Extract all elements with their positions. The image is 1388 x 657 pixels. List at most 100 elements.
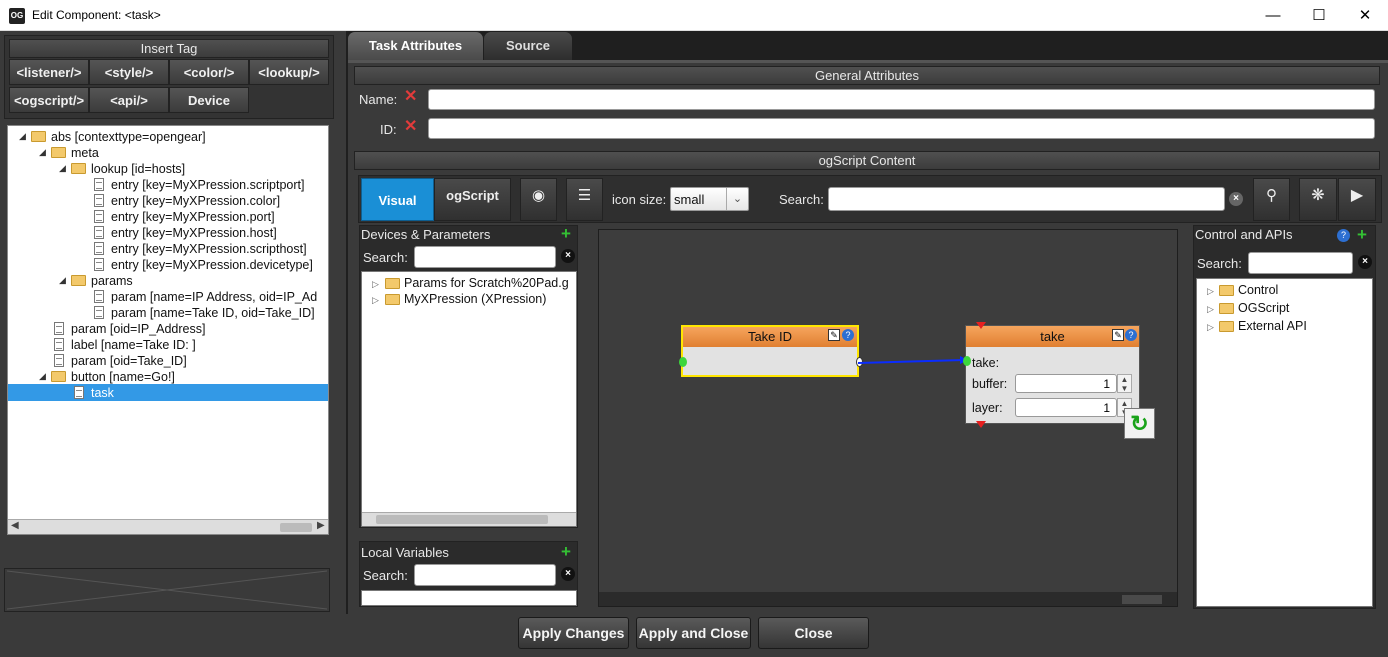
document-icon	[74, 386, 84, 399]
tree-node-param[interactable]: param [oid=Take_ID]	[71, 353, 187, 369]
controls-search-input[interactable]	[1248, 252, 1353, 274]
tree-node-meta[interactable]: meta	[71, 145, 99, 161]
refresh-icon[interactable]: ↻	[1124, 408, 1155, 439]
icon-size-select[interactable]: small ⌄	[670, 187, 749, 211]
tree-node-param[interactable]: param [name=IP Address, oid=IP_Ad	[111, 289, 317, 305]
layers-icon[interactable]: ☰	[566, 178, 603, 221]
tab-task-attributes[interactable]: Task Attributes	[348, 32, 483, 60]
apply-changes-button[interactable]: Apply Changes	[518, 617, 629, 649]
minimize-button[interactable]: —	[1250, 0, 1296, 31]
input-port-icon[interactable]	[679, 357, 687, 367]
chevron-down-icon[interactable]: ⌄	[726, 188, 748, 210]
devices-search-input[interactable]	[414, 246, 556, 268]
folder-icon	[1219, 321, 1234, 332]
scroll-right-icon[interactable]: ▶	[317, 520, 325, 531]
canvas-horizontal-scrollbar[interactable]	[599, 592, 1177, 606]
api-tag-button[interactable]: <api/>	[89, 87, 169, 113]
debug-bug-icon[interactable]: ❋	[1299, 178, 1337, 221]
device-item[interactable]: MyXPression (XPression)	[404, 291, 546, 307]
local-search-input[interactable]	[414, 564, 556, 586]
scroll-left-icon[interactable]: ◀	[11, 520, 19, 531]
name-input[interactable]	[428, 89, 1375, 110]
scrollbar-thumb[interactable]	[280, 523, 312, 532]
api-item-ogscript[interactable]: OGScript	[1238, 300, 1289, 316]
flow-in-icon[interactable]	[976, 322, 986, 329]
clear-icon[interactable]: ✕	[404, 119, 417, 135]
tree-node-entry[interactable]: entry [key=MyXPression.scriptport]	[111, 177, 304, 193]
flow-out-icon[interactable]	[976, 421, 986, 428]
expand-arrow-icon[interactable]: ▷	[1207, 304, 1214, 315]
tree-node-entry[interactable]: entry [key=MyXPression.scripthost]	[111, 241, 307, 257]
clear-search-icon[interactable]: ×	[1229, 192, 1243, 206]
device-tag-button[interactable]: Device	[169, 87, 249, 113]
tree-node-abs[interactable]: abs [contexttype=opengear]	[51, 129, 206, 145]
expand-arrow-icon[interactable]: ▷	[1207, 322, 1214, 333]
collapse-arrow-icon[interactable]: ◢	[19, 131, 26, 142]
find-icon[interactable]: ⚲	[1253, 178, 1290, 221]
local-search-label: Search:	[363, 568, 408, 583]
tree-node-label[interactable]: label [name=Take ID: ]	[71, 337, 196, 353]
input-port-icon[interactable]	[963, 356, 971, 366]
buffer-input[interactable]: 1	[1015, 374, 1117, 393]
help-icon[interactable]: ?	[842, 329, 854, 341]
tree-node-entry[interactable]: entry [key=MyXPression.host]	[111, 225, 277, 241]
expand-arrow-icon[interactable]: ▷	[1207, 286, 1214, 297]
node-take[interactable]: take ✎ ? take: buffer: 1 ▲▼ layer: 1 ▲▼	[963, 322, 1140, 428]
apply-close-button[interactable]: Apply and Close	[636, 617, 751, 649]
api-item-control[interactable]: Control	[1238, 282, 1278, 298]
tree-node-params[interactable]: params	[91, 273, 133, 289]
collapse-arrow-icon[interactable]: ◢	[59, 163, 66, 174]
close-button[interactable]: Close	[758, 617, 869, 649]
device-item[interactable]: Params for Scratch%20Pad.g	[404, 275, 569, 291]
canvas-search-input[interactable]	[828, 187, 1225, 211]
tree-node-param[interactable]: param [name=Take ID, oid=Take_ID]	[111, 305, 315, 321]
expand-arrow-icon[interactable]: ▷	[372, 295, 379, 306]
tree-node-task[interactable]: task	[91, 385, 114, 401]
clear-search-icon[interactable]: ×	[1358, 255, 1372, 269]
devices-horizontal-scrollbar[interactable]	[362, 512, 576, 526]
edit-icon[interactable]: ✎	[1112, 329, 1124, 341]
listener-tag-button[interactable]: <listener/>	[9, 59, 89, 85]
clear-search-icon[interactable]: ×	[561, 567, 575, 581]
lookup-tag-button[interactable]: <lookup/>	[249, 59, 329, 85]
tree-node-button[interactable]: button [name=Go!]	[71, 369, 175, 385]
buffer-stepper[interactable]: ▲ ▼	[1117, 374, 1132, 393]
api-item-external[interactable]: External API	[1238, 318, 1307, 334]
tree-node-param[interactable]: param [oid=IP_Address]	[71, 321, 205, 337]
clear-icon[interactable]: ✕	[404, 89, 417, 105]
tab-ogscript[interactable]: ogScript	[434, 178, 511, 221]
tab-source[interactable]: Source	[484, 32, 572, 60]
add-icon[interactable]: +	[561, 225, 571, 242]
tree-node-lookup[interactable]: lookup [id=hosts]	[91, 161, 185, 177]
color-tag-button[interactable]: <color/>	[169, 59, 249, 85]
scrollbar-thumb[interactable]	[376, 515, 548, 524]
add-icon[interactable]: +	[1357, 226, 1367, 243]
id-input[interactable]	[428, 118, 1375, 139]
collapse-arrow-icon[interactable]: ◢	[39, 371, 46, 382]
node-take-id[interactable]: Take ID ✎ ?	[679, 325, 863, 377]
help-icon[interactable]: ?	[1125, 329, 1137, 341]
help-icon[interactable]: ?	[1337, 229, 1350, 242]
expand-arrow-icon[interactable]: ▷	[372, 279, 379, 290]
eye-icon[interactable]: ◉	[520, 178, 557, 221]
tab-visual[interactable]: Visual	[361, 178, 434, 221]
run-play-icon[interactable]: ▶	[1338, 178, 1376, 221]
ogscript-tag-button[interactable]: <ogscript/>	[9, 87, 89, 113]
style-tag-button[interactable]: <style/>	[89, 59, 169, 85]
edit-icon[interactable]: ✎	[828, 329, 840, 341]
app-icon: OG	[9, 8, 25, 24]
maximize-button[interactable]: ☐	[1296, 0, 1342, 31]
clear-search-icon[interactable]: ×	[561, 249, 575, 263]
collapse-arrow-icon[interactable]: ◢	[59, 275, 66, 286]
tree-node-entry[interactable]: entry [key=MyXPression.devicetype]	[111, 257, 313, 273]
document-icon	[94, 306, 104, 319]
collapse-arrow-icon[interactable]: ◢	[39, 147, 46, 158]
component-tree[interactable]: ◢ abs [contexttype=opengear] ◢ meta ◢ lo…	[7, 125, 329, 535]
layer-input[interactable]: 1	[1015, 398, 1117, 417]
tree-horizontal-scrollbar[interactable]: ◀ ▶	[8, 519, 328, 534]
scrollbar-thumb[interactable]	[1122, 595, 1162, 604]
tree-node-entry[interactable]: entry [key=MyXPression.port]	[111, 209, 275, 225]
tree-node-entry[interactable]: entry [key=MyXPression.color]	[111, 193, 280, 209]
add-icon[interactable]: +	[561, 543, 571, 560]
close-window-button[interactable]: ✕	[1342, 0, 1388, 31]
